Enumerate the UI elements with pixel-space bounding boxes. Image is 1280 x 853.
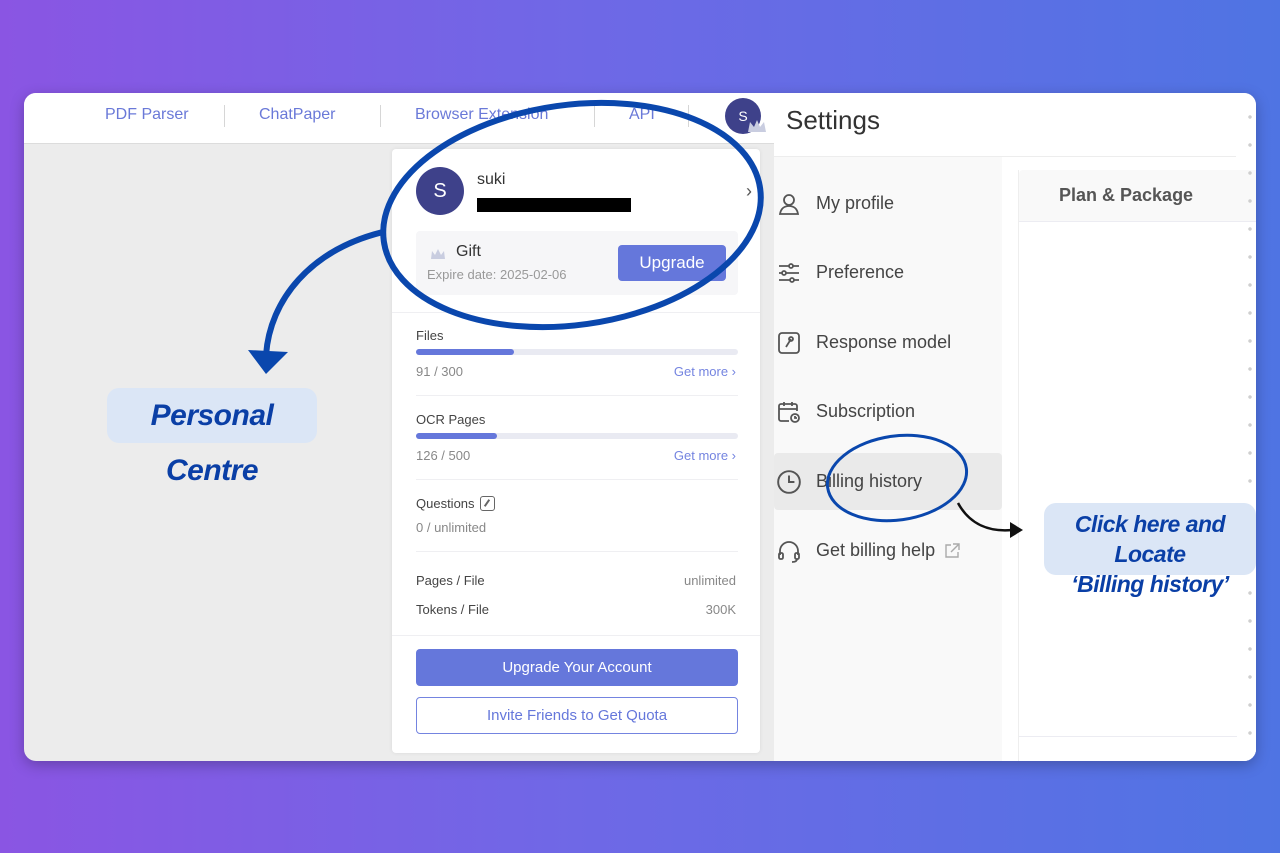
plan-package-panel: Plan & Package xyxy=(1018,170,1256,761)
files-label: Files xyxy=(416,328,444,343)
questions-usage: 0 / unlimited xyxy=(416,520,487,535)
invite-friends-button[interactable]: Invite Friends to Get Quota xyxy=(416,697,738,734)
avatar: S xyxy=(416,167,464,215)
tokens-per-file-label: Tokens / File xyxy=(416,602,489,617)
files-progress-fill xyxy=(416,349,514,355)
ocr-progress-bar xyxy=(416,433,738,439)
plan-expire-date: Expire date: 2025-02-06 xyxy=(427,267,567,282)
sidebar-item-preference[interactable]: Preference xyxy=(774,244,1002,301)
plan-box: Gift Expire date: 2025-02-06 Upgrade xyxy=(416,231,738,295)
plan-package-tab[interactable]: Plan & Package xyxy=(1019,170,1256,222)
personal-centre-dropdown: S suki › Gift Expire date: 2025-02-06 Up… xyxy=(392,149,760,753)
nav-browser-extension[interactable]: Browser Extension xyxy=(415,106,548,124)
divider xyxy=(1019,736,1237,737)
nav-divider xyxy=(688,105,689,127)
plan-name: Gift xyxy=(456,243,481,260)
callout-line: Click here and Locate xyxy=(1074,511,1226,567)
sidebar-item-get-billing-help[interactable]: Get billing help xyxy=(774,522,1002,579)
ocr-usage: 126 / 500 xyxy=(416,448,471,463)
pages-per-file-label: Pages / File xyxy=(416,573,485,588)
nav-divider xyxy=(224,105,225,127)
divider xyxy=(392,635,760,636)
avatar-initial: S xyxy=(433,179,447,202)
key-icon xyxy=(479,496,495,511)
sidebar-item-label: Get billing help xyxy=(816,540,936,560)
crown-icon xyxy=(748,120,766,132)
external-link-icon xyxy=(945,542,960,558)
callout-line: ‘Billing history’ xyxy=(1071,571,1229,597)
sidebar-item-my-profile[interactable]: My profile xyxy=(774,175,1002,232)
divider xyxy=(416,395,738,396)
profile-link[interactable]: S suki › xyxy=(416,167,752,217)
nav-divider xyxy=(594,105,595,127)
clock-icon xyxy=(776,469,802,495)
sidebar-item-response-model[interactable]: Response model xyxy=(774,314,1002,371)
settings-title: Settings xyxy=(786,105,880,135)
sidebar-item-label: Billing history xyxy=(816,471,923,491)
files-progress-bar xyxy=(416,349,738,355)
sidebar-item-subscription[interactable]: Subscription xyxy=(774,383,1002,440)
top-nav: PDF Parser ChatPaper Browser Extension A… xyxy=(24,93,774,144)
nav-chatpaper[interactable]: ChatPaper xyxy=(259,106,336,124)
pages-per-file-value: unlimited xyxy=(683,573,736,588)
scrollbar-dots[interactable] xyxy=(1248,103,1252,753)
nav-divider xyxy=(380,105,381,127)
ocr-progress-fill xyxy=(416,433,498,439)
chevron-right-icon: › xyxy=(746,181,752,201)
ocr-get-more-link[interactable]: Get more › xyxy=(674,448,736,463)
files-usage: 91 / 300 xyxy=(416,364,463,379)
divider xyxy=(392,312,760,313)
upgrade-account-button[interactable]: Upgrade Your Account xyxy=(416,649,738,686)
questions-label: Questions xyxy=(416,496,495,511)
settings-sidebar: My profile Preference Response model Sub… xyxy=(774,157,1002,761)
key-icon xyxy=(776,330,802,356)
calendar-clock-icon xyxy=(776,399,802,425)
nav-pdf-parser[interactable]: PDF Parser xyxy=(105,106,189,124)
divider xyxy=(416,479,738,480)
sidebar-item-label: My profile xyxy=(816,193,895,213)
questions-label-text: Questions xyxy=(416,496,475,511)
settings-panel: Settings My profile Preference Response … xyxy=(774,93,1256,761)
username: suki xyxy=(477,171,506,188)
user-icon xyxy=(776,191,802,217)
files-get-more-link[interactable]: Get more › xyxy=(674,364,736,379)
sidebar-item-label: Response model xyxy=(816,332,952,352)
nav-api[interactable]: API xyxy=(629,106,655,124)
personal-centre-callout: Personal Centre xyxy=(107,388,317,487)
sidebar-item-label: Preference xyxy=(816,262,905,282)
sidebar-item-billing-history[interactable]: Billing history xyxy=(774,453,1002,510)
crown-icon xyxy=(431,249,445,259)
sidebar-item-label: Subscription xyxy=(816,401,916,421)
divider xyxy=(416,551,738,552)
ocr-pages-label: OCR Pages xyxy=(416,412,486,427)
sliders-icon xyxy=(776,260,802,286)
billing-history-callout: Click here and Locate ‘Billing history’ xyxy=(1044,503,1256,597)
tokens-per-file-value: 300K xyxy=(705,602,736,617)
headset-icon xyxy=(776,538,802,564)
upgrade-button[interactable]: Upgrade xyxy=(618,245,726,281)
redacted-email xyxy=(477,198,631,212)
